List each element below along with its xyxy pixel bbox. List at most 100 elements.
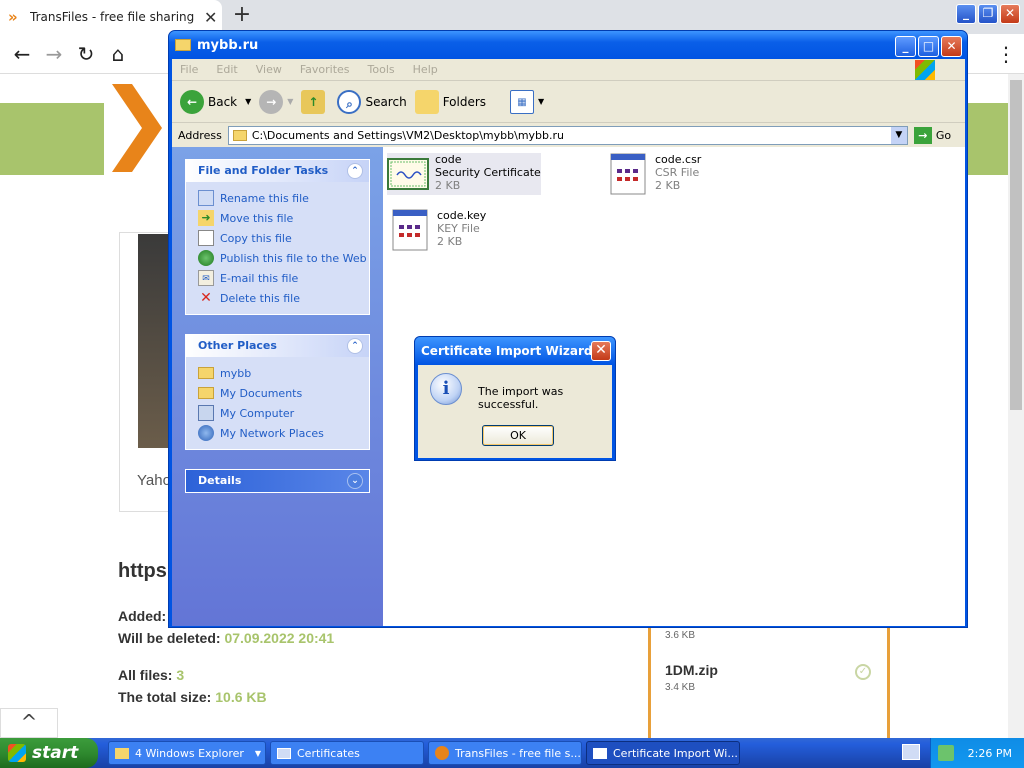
back-button[interactable]: ← Back ▼ bbox=[180, 89, 251, 114]
details-header[interactable]: Details ⌄ bbox=[186, 470, 369, 492]
up-folder-icon: ↑ bbox=[301, 89, 326, 114]
search-button[interactable]: ⌕ Search bbox=[337, 89, 407, 114]
explorer-titlebar[interactable]: mybb.ru bbox=[169, 31, 967, 59]
copy-icon bbox=[198, 230, 214, 246]
up-folder-button[interactable]: ↑ bbox=[301, 89, 329, 114]
file-item-code-key[interactable]: code.key KEY File 2 KB bbox=[389, 209, 486, 251]
taskbar-browser[interactable]: TransFiles - free file s... bbox=[428, 741, 582, 765]
file-item-code[interactable]: code Security Certificate 2 KB bbox=[387, 153, 541, 195]
search-label: Search bbox=[365, 94, 407, 109]
task-publish[interactable]: Publish this file to the Web bbox=[198, 248, 369, 268]
task-email[interactable]: ✉ E-mail this file bbox=[198, 268, 369, 288]
file-tasks-header[interactable]: File and Folder Tasks ⌃ bbox=[186, 160, 369, 182]
other-places-panel: Other Places ⌃ mybb My Documents My Comp… bbox=[185, 334, 370, 450]
import-wizard-dialog: Certificate Import Wizard ✕ i The import… bbox=[414, 336, 616, 461]
reload-button[interactable]: ↻ bbox=[72, 40, 100, 68]
menu-help[interactable]: Help bbox=[413, 63, 438, 76]
home-button[interactable]: ⌂ bbox=[104, 40, 132, 68]
folder-icon bbox=[198, 367, 214, 379]
forward-button[interactable]: → bbox=[40, 40, 68, 68]
taskbar-import-wizard[interactable]: Certificate Import Wi... bbox=[586, 741, 740, 765]
dropdown-arrow-icon[interactable]: ▼ bbox=[538, 97, 544, 106]
forward-button[interactable]: → ▼ bbox=[259, 89, 293, 114]
collapse-icon[interactable]: ⌃ bbox=[347, 163, 363, 179]
documents-icon bbox=[198, 387, 214, 399]
expand-icon[interactable]: ⌄ bbox=[347, 473, 363, 489]
minimize-button[interactable]: _ bbox=[895, 36, 916, 57]
go-button[interactable]: Go bbox=[936, 129, 951, 142]
size-label: The total size: bbox=[118, 689, 212, 705]
network-tray-icon[interactable] bbox=[937, 745, 954, 761]
task-copy[interactable]: Copy this file bbox=[198, 228, 369, 248]
place-network[interactable]: My Network Places bbox=[198, 423, 369, 443]
menu-edit[interactable]: Edit bbox=[216, 63, 237, 76]
collapse-icon[interactable]: ⌃ bbox=[347, 338, 363, 354]
minimize-browser-button[interactable]: _ bbox=[956, 4, 976, 24]
search-icon: ⌕ bbox=[337, 89, 362, 114]
restore-browser-button[interactable]: ❐ bbox=[978, 4, 998, 24]
windows-logo-icon bbox=[915, 60, 935, 80]
file-name: code.key bbox=[437, 209, 487, 222]
taskbar-certificates[interactable]: Certificates bbox=[270, 741, 424, 765]
new-tab-button[interactable]: + bbox=[230, 4, 254, 28]
task-move[interactable]: ➜ Move this file bbox=[198, 208, 369, 228]
file-tasks-panel: File and Folder Tasks ⌃ Rename this file… bbox=[185, 159, 370, 315]
deleted-label: Will be deleted: bbox=[118, 630, 221, 646]
browser-tab[interactable]: » TransFiles - free file sharing service… bbox=[0, 0, 222, 34]
clock[interactable]: 2:26 PM bbox=[968, 747, 1012, 760]
back-button[interactable]: ← bbox=[8, 40, 36, 68]
computer-icon bbox=[198, 405, 214, 421]
scrollbar-thumb[interactable] bbox=[1010, 80, 1022, 410]
file-item-code-csr[interactable]: code.csr CSR File 2 KB bbox=[607, 153, 701, 195]
dialog-close-button[interactable]: ✕ bbox=[591, 341, 611, 361]
details-title: Details bbox=[198, 474, 242, 487]
scroll-top-button[interactable]: ^ bbox=[0, 708, 58, 738]
file-type: Security Certificate bbox=[435, 166, 541, 179]
address-dropdown-icon[interactable]: ▼ bbox=[890, 126, 907, 144]
browser-icon bbox=[435, 746, 449, 760]
site-logo[interactable] bbox=[104, 74, 168, 182]
task-delete[interactable]: ✕ Delete this file bbox=[198, 288, 369, 308]
place-my-documents[interactable]: My Documents bbox=[198, 383, 369, 403]
close-browser-button[interactable]: ✕ bbox=[1000, 4, 1020, 24]
task-label: Move this file bbox=[220, 211, 294, 225]
folder-icon bbox=[232, 129, 247, 141]
menu-tools[interactable]: Tools bbox=[368, 63, 395, 76]
menu-favorites[interactable]: Favorites bbox=[300, 63, 350, 76]
dropdown-arrow-icon[interactable]: ▼ bbox=[245, 97, 251, 106]
folders-button[interactable]: Folders bbox=[414, 89, 486, 114]
keyboard-icon[interactable] bbox=[902, 744, 920, 760]
address-bar: Address C:\Documents and Settings\VM2\De… bbox=[172, 123, 965, 147]
dialog-body: i The import was successful. OK bbox=[418, 365, 612, 458]
place-my-computer[interactable]: My Computer bbox=[198, 403, 369, 423]
other-places-title: Other Places bbox=[198, 339, 277, 352]
dropdown-arrow-icon[interactable]: ▼ bbox=[287, 97, 293, 106]
browser-menu-button[interactable]: ⋮ bbox=[992, 40, 1020, 68]
transfiles-favicon-icon: » bbox=[8, 8, 18, 26]
maximize-button[interactable]: □ bbox=[918, 36, 939, 57]
close-button[interactable]: ✕ bbox=[941, 36, 962, 57]
menu-view[interactable]: View bbox=[256, 63, 282, 76]
file-name: code bbox=[435, 153, 462, 166]
task-label: Publish this file to the Web bbox=[220, 251, 367, 265]
file-size: 2 KB bbox=[437, 235, 463, 248]
taskbar-explorer-group[interactable]: 4 Windows Explorer ▼ bbox=[108, 741, 266, 765]
address-label: Address bbox=[178, 128, 222, 142]
file-name[interactable]: 1DM.zip bbox=[665, 662, 718, 678]
folder-icon bbox=[115, 747, 129, 759]
task-rename[interactable]: Rename this file bbox=[198, 188, 369, 208]
go-arrow-icon[interactable]: → bbox=[913, 126, 932, 144]
details-panel: Details ⌄ bbox=[185, 469, 370, 493]
address-field[interactable]: C:\Documents and Settings\VM2\Desktop\my… bbox=[227, 125, 908, 145]
dialog-titlebar[interactable]: Certificate Import Wizard bbox=[415, 337, 615, 365]
place-mybb[interactable]: mybb bbox=[198, 363, 369, 383]
window-icon bbox=[593, 747, 607, 759]
explorer-toolbar: ← Back ▼ → ▼ ↑ ⌕ Search Folders ▦ ▼ bbox=[172, 81, 965, 123]
menu-file[interactable]: File bbox=[180, 63, 198, 76]
views-button[interactable]: ▦ ▼ bbox=[510, 89, 544, 114]
close-tab-icon[interactable]: ✕ bbox=[204, 8, 217, 27]
ok-button[interactable]: OK bbox=[482, 425, 554, 446]
start-button[interactable]: start bbox=[0, 738, 98, 768]
other-places-header[interactable]: Other Places ⌃ bbox=[186, 335, 369, 357]
file-size: 3.4 KB bbox=[665, 682, 696, 693]
